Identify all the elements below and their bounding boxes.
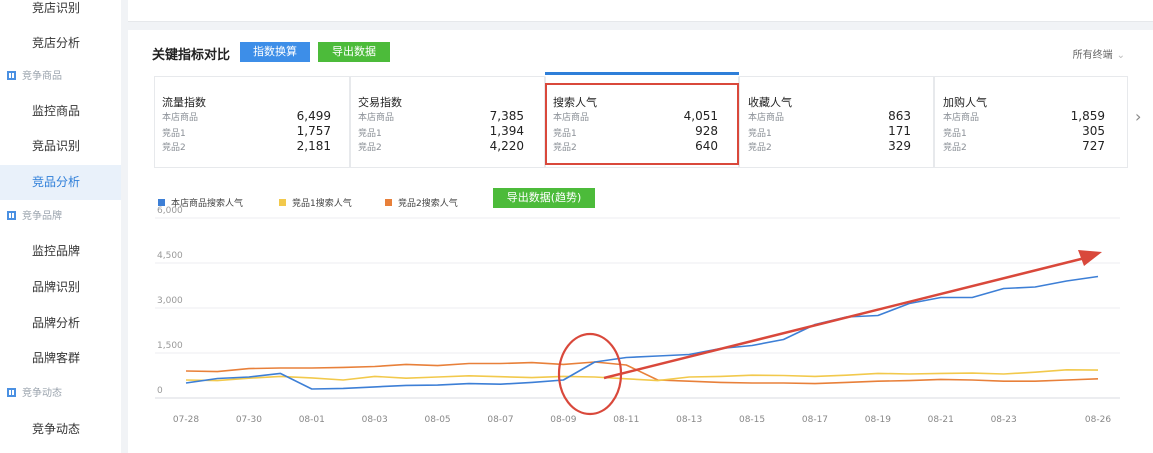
y-axis-ticks: 0 1,500 3,000 4,500 6,000 — [157, 206, 183, 396]
series-line — [185, 368, 1099, 382]
x-tick-label: 08-13 — [676, 415, 702, 425]
x-tick-label: 08-07 — [487, 415, 513, 425]
x-tick-label: 08-05 — [425, 415, 451, 425]
x-tick-label: 08-21 — [928, 415, 954, 425]
x-tick-label: 08-11 — [613, 415, 639, 425]
x-tick-label: 08-03 — [362, 415, 388, 425]
x-tick-label: 08-19 — [865, 415, 891, 425]
x-tick-label: 08-17 — [802, 415, 828, 425]
x-axis-ticks: 07-28 07-30 08-01 08-03 08-05 08-07 08-09 08-11… — [173, 415, 1111, 425]
x-tick-label: 07-30 — [236, 415, 262, 425]
y-tick-label: 1,500 — [157, 341, 183, 351]
y-tick-label: 4,500 — [157, 251, 183, 261]
y-tick-label: 6,000 — [157, 206, 183, 216]
y-tick-label: 0 — [157, 386, 163, 396]
x-tick-label: 08-01 — [299, 415, 325, 425]
x-tick-label: 08-15 — [739, 415, 765, 425]
annotation-arrow-line — [603, 256, 1086, 380]
annotation-circle — [557, 332, 623, 416]
app-root: 竞店识别 竞店分析 竞争商品 监控商品 竞品识别 竞品分析 竞争品牌 监控品牌 … — [0, 0, 1153, 453]
chart-annotations — [557, 250, 1102, 416]
x-tick-label: 08-26 — [1085, 415, 1111, 425]
x-tick-label: 08-09 — [550, 415, 576, 425]
y-tick-label: 3,000 — [157, 296, 183, 306]
x-tick-label: 08-23 — [991, 415, 1017, 425]
chart-series — [185, 275, 1099, 390]
x-tick-label: 07-28 — [173, 415, 199, 425]
annotation-arrow-head — [1078, 250, 1102, 266]
trend-chart: 0 1,500 3,000 4,500 6,000 07-28 07-30 08-01 08-… — [155, 206, 1120, 425]
